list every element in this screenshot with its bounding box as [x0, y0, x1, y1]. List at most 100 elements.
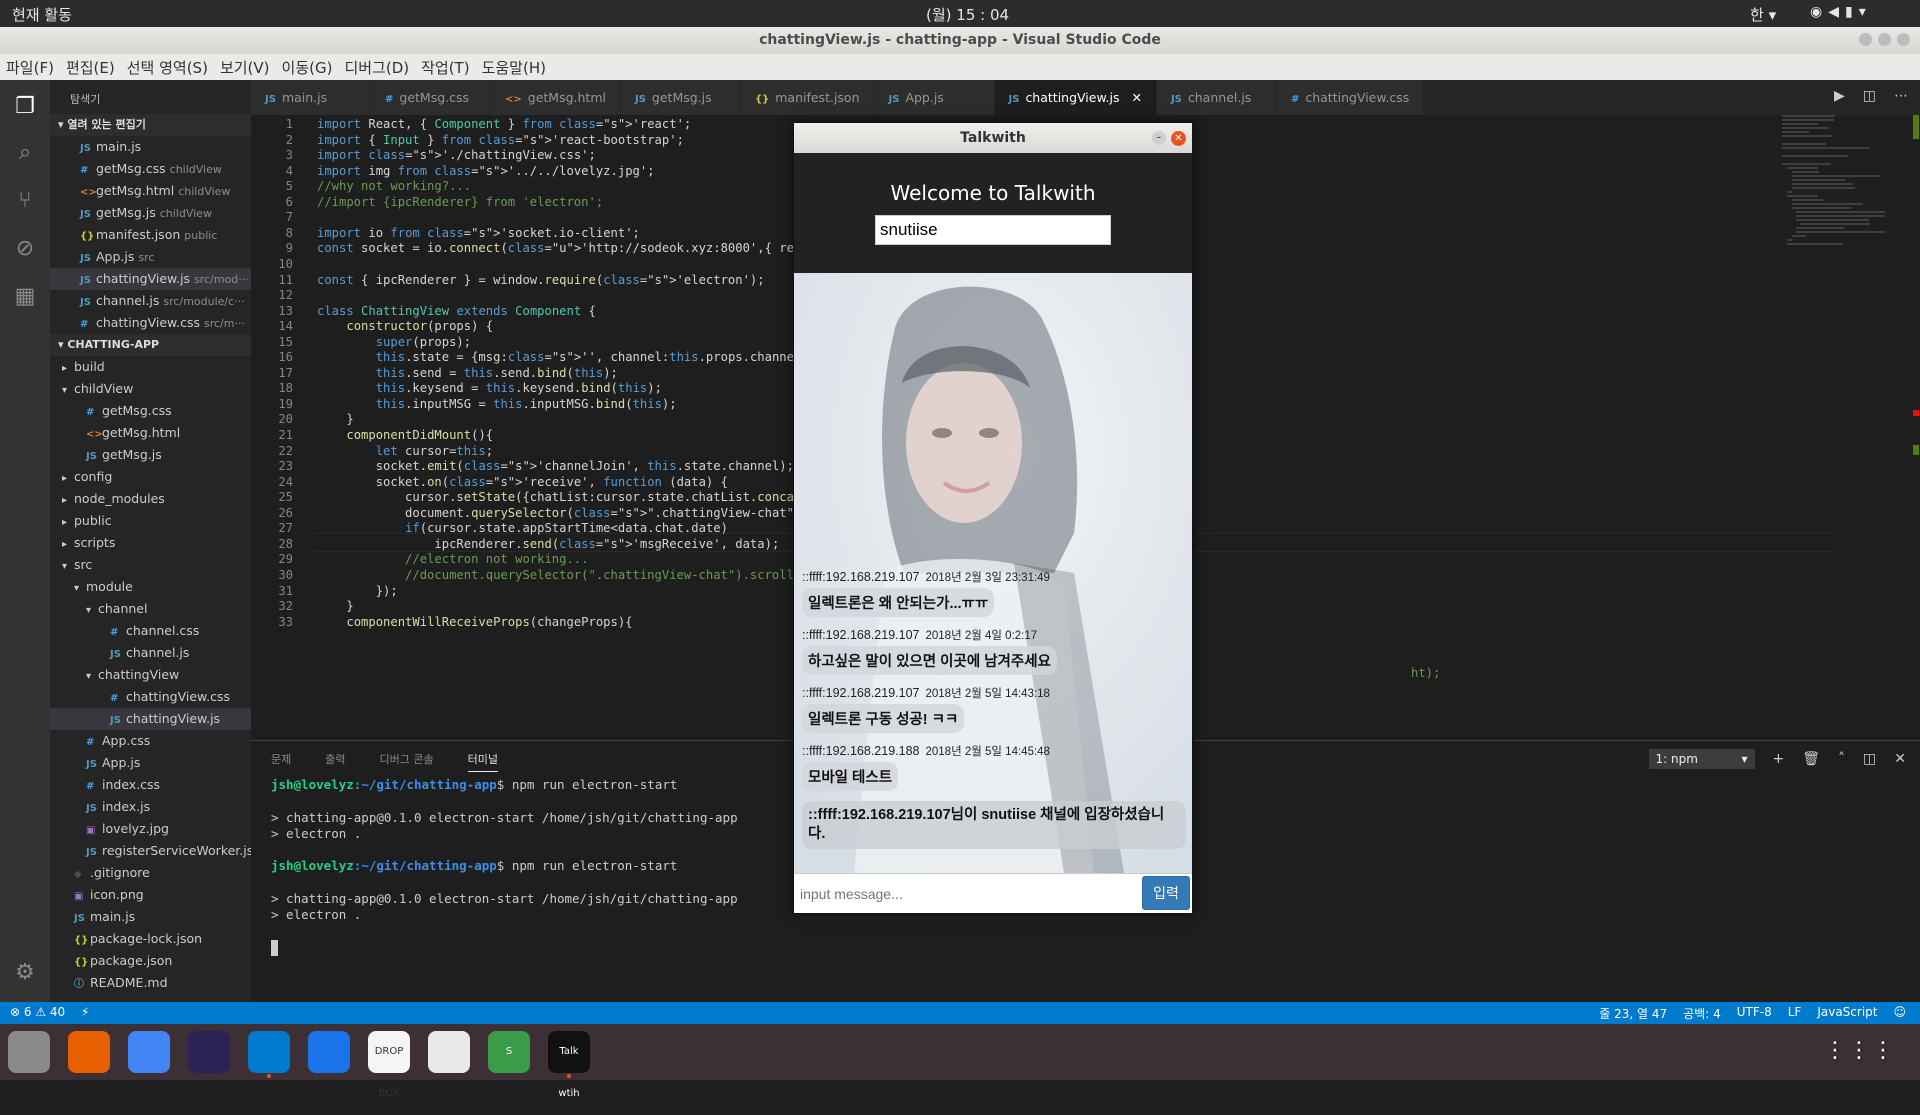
tree-item[interactable]: # App.css	[50, 730, 251, 752]
menu-item[interactable]: 선택 영역(S)	[127, 57, 208, 78]
open-editor-item[interactable]: <>getMsg.html childView	[50, 180, 251, 202]
tree-item[interactable]: ◆ .gitignore	[50, 862, 251, 884]
dropbox-icon[interactable]: DROP BOX	[368, 1031, 410, 1099]
tree-item[interactable]: {} package-lock.json	[50, 928, 251, 950]
apps-grid-icon[interactable]: ⋮⋮⋮	[1824, 1038, 1896, 1063]
panel-tab[interactable]: 출력	[325, 751, 345, 772]
tree-item[interactable]: JS App.js	[50, 752, 251, 774]
panel-tab[interactable]: 문제	[271, 751, 291, 772]
plus-icon[interactable]: +	[1773, 751, 1785, 767]
menu-item[interactable]: 이동(G)	[282, 57, 333, 78]
split-editor-icon[interactable]: ◫	[1863, 88, 1876, 104]
chat-area[interactable]: ::ffff:192.168.219.107 2018년 2월 3일 23:31:…	[794, 273, 1192, 873]
tree-item[interactable]: ▸ config	[50, 466, 251, 488]
tree-item[interactable]: <>getMsg.html	[50, 422, 251, 444]
open-editors-header[interactable]: ▾ 열려 있는 편집기	[50, 114, 251, 136]
problems-count[interactable]: ⊗ 6 ⚠ 40	[10, 1005, 65, 1019]
terminal[interactable]: jsh@lovelyz:~/git/chatting-app$ npm run …	[271, 777, 738, 957]
talkwith-icon[interactable]: Talk wtih	[548, 1031, 590, 1099]
tree-item[interactable]: ▣ lovelyz.jpg	[50, 818, 251, 840]
send-button[interactable]: 입력	[1142, 876, 1190, 910]
tree-item[interactable]: ▾ src	[50, 554, 251, 576]
panel-tab[interactable]: 디버그 콘솔	[380, 751, 434, 772]
vscode-icon[interactable]	[248, 1031, 290, 1073]
chrome-icon[interactable]	[128, 1031, 170, 1073]
menu-item[interactable]: 파일(F)	[6, 57, 54, 78]
close-icon[interactable]: ✕	[1894, 751, 1906, 767]
minimap[interactable]	[1782, 115, 1902, 415]
extensions-icon[interactable]: ▦	[12, 284, 38, 310]
menu-item[interactable]: 보기(V)	[220, 57, 270, 78]
system-tray[interactable]: ◉◀▮▾	[1810, 4, 1872, 20]
sublime-icon[interactable]: S	[488, 1031, 530, 1073]
open-editor-item[interactable]: JS channel.js src/module/c···	[50, 290, 251, 312]
gear-icon[interactable]: ⚙	[12, 960, 38, 986]
tree-item[interactable]: {} package.json	[50, 950, 251, 972]
panel-layout-icon[interactable]: ◫	[1863, 751, 1876, 767]
tree-item[interactable]: # channel.css	[50, 620, 251, 642]
editor-scrollbar[interactable]	[1910, 115, 1920, 740]
menu-item[interactable]: 디버그(D)	[344, 57, 409, 78]
editor-tab[interactable]: JS channel.js	[1156, 80, 1277, 115]
tree-item[interactable]: ▸ build	[50, 356, 251, 378]
indentation[interactable]: 공백: 4	[1683, 1005, 1721, 1022]
maximize-button[interactable]	[1878, 33, 1891, 46]
menu-item[interactable]: 편집(E)	[66, 57, 115, 78]
files-icon[interactable]	[8, 1031, 50, 1073]
tree-item[interactable]: ▸ node_modules	[50, 488, 251, 510]
tree-item[interactable]: # index.css	[50, 774, 251, 796]
editor-tab[interactable]: # getMsg.css	[371, 80, 491, 115]
firefox-icon[interactable]	[68, 1031, 110, 1073]
bolt-icon[interactable]: ⚡	[81, 1005, 89, 1019]
tree-item[interactable]: ▾ channel	[50, 598, 251, 620]
run-icon[interactable]: ▶	[1834, 88, 1845, 104]
open-editor-item[interactable]: JS App.js src	[50, 246, 251, 268]
messenger-icon[interactable]	[308, 1031, 350, 1073]
tree-item[interactable]: ▾ childView	[50, 378, 251, 400]
tree-item[interactable]: JS getMsg.js	[50, 444, 251, 466]
editor-tab[interactable]: JS chattingView.js ✕	[994, 80, 1157, 115]
editor-tab[interactable]: # chattingView.css	[1276, 80, 1425, 115]
tree-item[interactable]: JS chattingView.js	[50, 708, 251, 730]
tree-item[interactable]: # chattingView.css	[50, 686, 251, 708]
tree-item[interactable]: ▾ chattingView	[50, 664, 251, 686]
tree-item[interactable]: ▸ public	[50, 510, 251, 532]
source-control-icon[interactable]: ⑂	[12, 188, 38, 214]
tree-item[interactable]: JS main.js	[50, 906, 251, 928]
open-editor-item[interactable]: JS main.js	[50, 136, 251, 158]
open-editor-item[interactable]: # getMsg.css childView	[50, 158, 251, 180]
project-header[interactable]: ▾ CHATTING-APP	[50, 334, 251, 356]
tree-item[interactable]: ▾ module	[50, 576, 251, 598]
language-mode[interactable]: JavaScript	[1817, 1005, 1877, 1022]
open-editor-item[interactable]: # chattingView.css src/m···	[50, 312, 251, 334]
menu-item[interactable]: 도움말(H)	[482, 57, 546, 78]
cursor-position[interactable]: 줄 23, 열 47	[1599, 1005, 1667, 1022]
trash-icon[interactable]: 🗑	[1802, 751, 1820, 767]
chevron-up-icon[interactable]: ˄	[1838, 751, 1845, 767]
input-method-indicator[interactable]: 한 ▾	[1750, 4, 1776, 25]
open-editor-item[interactable]: JS getMsg.js childView	[50, 202, 251, 224]
menu-item[interactable]: 작업(T)	[421, 57, 469, 78]
close-icon[interactable]: ✕	[1128, 90, 1141, 105]
more-icon[interactable]: ⋯	[1894, 88, 1908, 104]
channel-name-input[interactable]	[875, 215, 1111, 245]
end-of-line[interactable]: LF	[1788, 1005, 1802, 1022]
editor-tab[interactable]: <> getMsg.html	[491, 80, 621, 115]
close-button[interactable]	[1897, 33, 1910, 46]
open-editor-item[interactable]: JS chattingView.js src/mod···	[50, 268, 251, 290]
text-editor-icon[interactable]	[428, 1031, 470, 1073]
tree-item[interactable]: # getMsg.css	[50, 400, 251, 422]
minimize-button[interactable]	[1859, 33, 1872, 46]
explorer-icon[interactable]: ❐	[12, 94, 38, 120]
tree-item[interactable]: JS channel.js	[50, 642, 251, 664]
tree-item[interactable]: JS registerServiceWorker.js	[50, 840, 251, 862]
tree-item[interactable]: ▸ scripts	[50, 532, 251, 554]
open-editor-item[interactable]: {} manifest.json public	[50, 224, 251, 246]
eclipse-icon[interactable]	[188, 1031, 230, 1073]
editor-tab[interactable]: {} manifest.json	[740, 80, 875, 115]
editor-tab[interactable]: JS getMsg.js	[620, 80, 741, 115]
editor-tab[interactable]: JS main.js	[251, 80, 371, 115]
tree-item[interactable]: ⓘ README.md	[50, 972, 251, 994]
panel-tab[interactable]: 터미널	[467, 751, 498, 772]
editor-tab[interactable]: JS App.js	[874, 80, 995, 115]
